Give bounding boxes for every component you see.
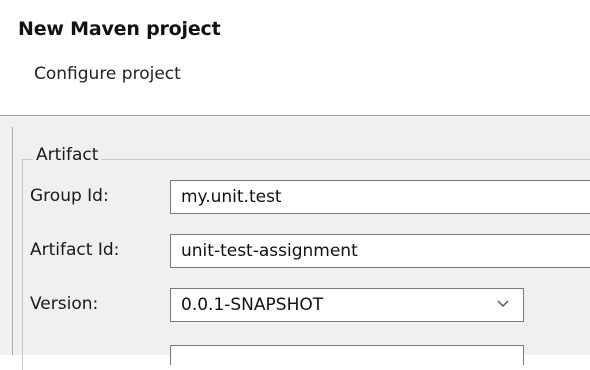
dialog-title: New Maven project — [18, 18, 221, 40]
content-left-border — [12, 127, 13, 355]
chevron-down-icon[interactable] — [495, 295, 511, 311]
artifact-id-label: Artifact Id: — [30, 240, 120, 260]
version-combo-value: 0.0.1-SNAPSHOT — [181, 295, 324, 315]
version-label: Version: — [30, 294, 99, 314]
group-id-label: Group Id: — [30, 186, 109, 206]
packaging-combo[interactable] — [170, 345, 524, 365]
dialog-subtitle: Configure project — [34, 64, 181, 84]
group-id-field[interactable] — [170, 180, 590, 214]
artifact-group-legend: Artifact — [33, 145, 102, 165]
artifact-id-field[interactable] — [170, 234, 590, 268]
version-combo[interactable]: 0.0.1-SNAPSHOT — [170, 288, 524, 322]
dialog-header: New Maven project Configure project — [0, 0, 590, 115]
